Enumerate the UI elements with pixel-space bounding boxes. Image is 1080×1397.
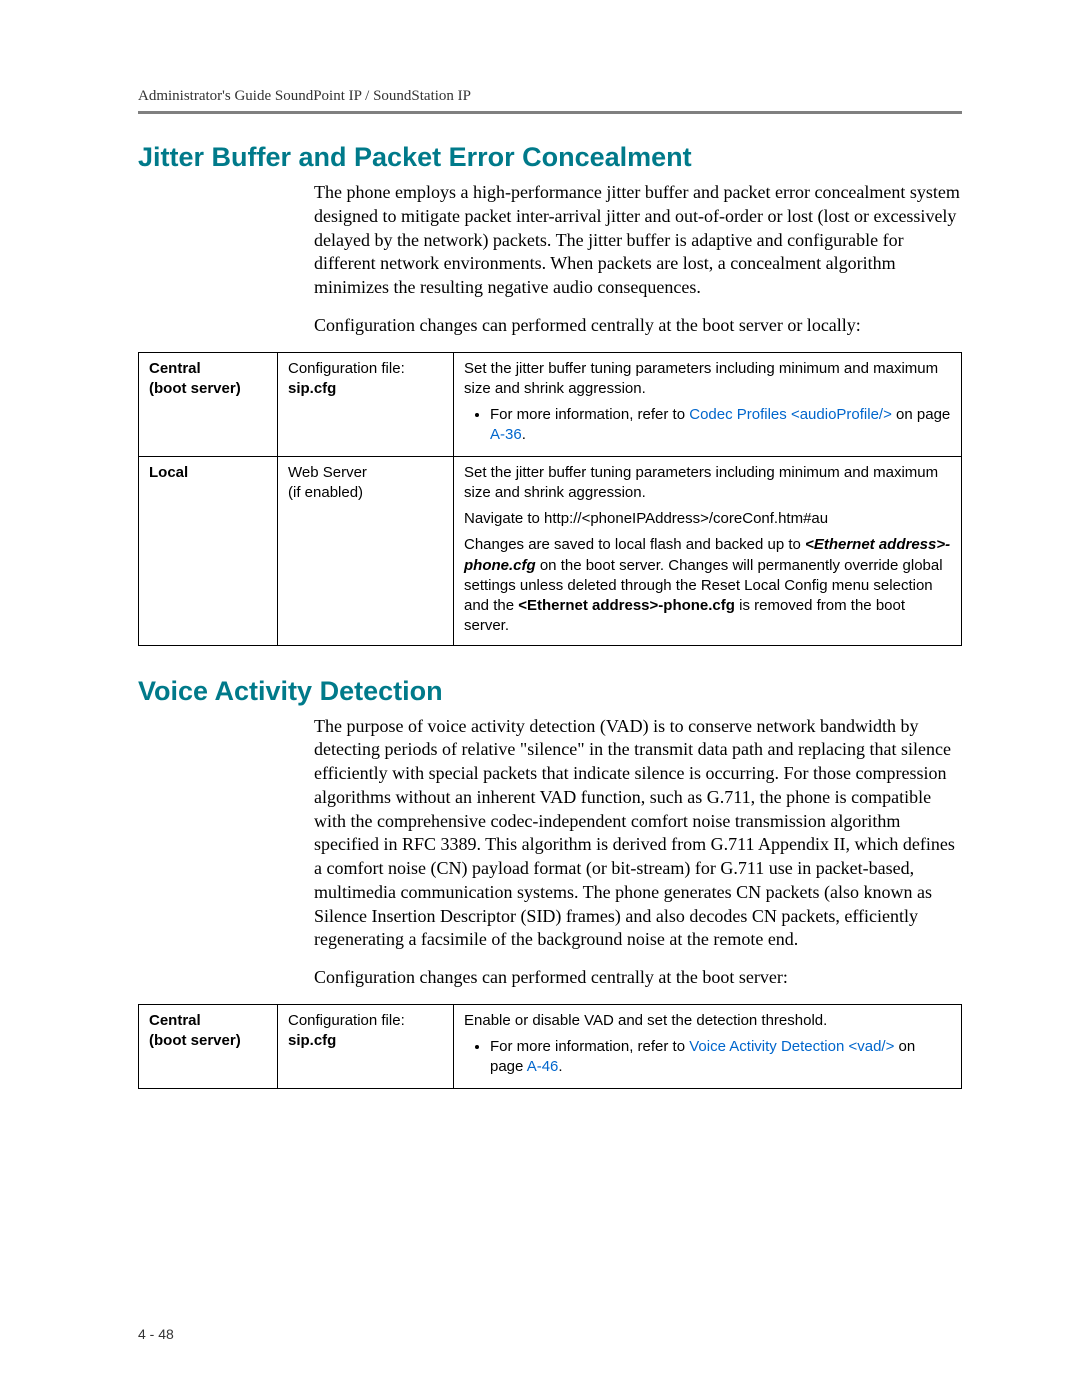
section-heading-jitter: Jitter Buffer and Packet Error Concealme… xyxy=(138,142,962,173)
section2-para2: Configuration changes can performed cent… xyxy=(314,966,962,990)
cell-scope: Local xyxy=(139,456,278,645)
bullet-list: For more information, refer to Voice Act… xyxy=(464,1037,951,1078)
method-value: sip.cfg xyxy=(288,1032,336,1049)
bullet-prefix: For more information, refer to xyxy=(490,1038,689,1055)
desc-bold: <Ethernet address>-phone.cfg xyxy=(518,597,735,614)
bullet-list: For more information, refer to Codec Pro… xyxy=(464,405,951,446)
bullet-end: . xyxy=(522,426,526,443)
cell-description: Set the jitter buffer tuning parameters … xyxy=(454,456,962,645)
scope-label: Central xyxy=(149,1012,201,1029)
cross-ref-link[interactable]: Voice Activity Detection <vad/> xyxy=(689,1038,894,1055)
cell-method: Web Server (if enabled) xyxy=(278,456,454,645)
method-label: Web Server xyxy=(288,464,367,481)
bullet-item: For more information, refer to Voice Act… xyxy=(490,1037,951,1078)
method-value: sip.cfg xyxy=(288,380,336,397)
cross-ref-link[interactable]: Codec Profiles <audioProfile/> xyxy=(689,406,892,423)
running-header: Administrator's Guide SoundPoint IP / So… xyxy=(138,88,962,105)
page-number: 4 - 48 xyxy=(138,1326,174,1342)
bullet-mid: on page xyxy=(892,406,950,423)
section2-body: The purpose of voice activity detection … xyxy=(314,715,962,990)
scope-label: Central xyxy=(149,360,201,377)
bullet-end: . xyxy=(558,1058,562,1075)
header-rule xyxy=(138,111,962,114)
cell-method: Configuration file: sip.cfg xyxy=(278,352,454,456)
cell-scope: Central (boot server) xyxy=(139,352,278,456)
table-row: Central (boot server) Configuration file… xyxy=(139,352,962,456)
section1-para2: Configuration changes can performed cent… xyxy=(314,314,962,338)
table-row: Local Web Server (if enabled) Set the ji… xyxy=(139,456,962,645)
scope-sublabel: (boot server) xyxy=(149,1032,241,1049)
method-label: Configuration file: xyxy=(288,1012,405,1029)
cell-description: Enable or disable VAD and set the detect… xyxy=(454,1004,962,1088)
page: Administrator's Guide SoundPoint IP / So… xyxy=(0,0,1080,1397)
bullet-item: For more information, refer to Codec Pro… xyxy=(490,405,951,446)
section1-body: The phone employs a high-performance jit… xyxy=(314,181,962,338)
bullet-prefix: For more information, refer to xyxy=(490,406,689,423)
scope-sublabel: (boot server) xyxy=(149,380,241,397)
method-sublabel: (if enabled) xyxy=(288,484,363,501)
scope-label: Local xyxy=(149,464,188,481)
cell-description: Set the jitter buffer tuning parameters … xyxy=(454,352,962,456)
desc-text: Set the jitter buffer tuning parameters … xyxy=(464,464,938,501)
page-ref-link[interactable]: A-36 xyxy=(490,426,522,443)
desc-text: Navigate to http://<phoneIPAddress>/core… xyxy=(464,510,828,527)
table-row: Central (boot server) Configuration file… xyxy=(139,1004,962,1088)
section1-table: Central (boot server) Configuration file… xyxy=(138,352,962,646)
cell-scope: Central (boot server) xyxy=(139,1004,278,1088)
section1-para1: The phone employs a high-performance jit… xyxy=(314,181,962,300)
section-heading-vad: Voice Activity Detection xyxy=(138,676,962,707)
method-label: Configuration file: xyxy=(288,360,405,377)
cell-method: Configuration file: sip.cfg xyxy=(278,1004,454,1088)
page-ref-link[interactable]: A-46 xyxy=(527,1058,559,1075)
desc-text: Changes are saved to local flash and bac… xyxy=(464,536,950,634)
desc-frag: Changes are saved to local flash and bac… xyxy=(464,536,805,553)
desc-text: Enable or disable VAD and set the detect… xyxy=(464,1012,827,1029)
section2-para1: The purpose of voice activity detection … xyxy=(314,715,962,953)
section2-table: Central (boot server) Configuration file… xyxy=(138,1004,962,1089)
desc-text: Set the jitter buffer tuning parameters … xyxy=(464,360,938,397)
